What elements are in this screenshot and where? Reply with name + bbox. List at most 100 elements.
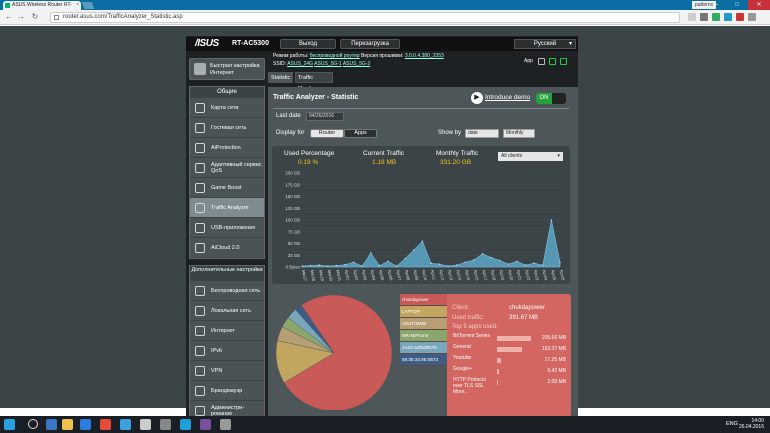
app-icon[interactable] xyxy=(160,419,171,430)
x-tick-label: Apr04 xyxy=(370,269,377,281)
quick-setup-button[interactable]: Быстрая настройка Интернет xyxy=(189,58,265,80)
x-tick-label: Apr06 xyxy=(387,269,394,281)
reload-icon[interactable]: ↻ xyxy=(30,12,40,22)
sidebar-item-vpn[interactable]: VPN xyxy=(190,361,264,381)
minimize-button[interactable]: — xyxy=(704,0,726,10)
legend-item[interactable]: MR-MiPhone xyxy=(400,330,448,342)
more-link[interactable]: More.. xyxy=(453,389,467,395)
firmware-link[interactable]: 3.0.0.4.380_3353 xyxy=(405,53,444,59)
display-apps-button[interactable]: Apps xyxy=(344,129,377,138)
sidebar-item-network-map[interactable]: Карта сети xyxy=(190,98,264,118)
maximize-button[interactable]: □ xyxy=(726,0,748,10)
explorer-icon[interactable] xyxy=(62,419,73,430)
taskview-icon[interactable] xyxy=(46,419,57,430)
tab-close-icon[interactable]: × xyxy=(76,1,79,10)
data-point xyxy=(438,263,441,265)
traffic-analyzer-icon xyxy=(195,203,205,213)
legend-item[interactable]: LAPTOP- xyxy=(400,306,448,318)
search-icon[interactable] xyxy=(28,419,38,429)
forward-icon[interactable]: → xyxy=(16,12,26,22)
period-select[interactable]: Monthly xyxy=(503,129,535,138)
y-tick-label: 175 GB xyxy=(285,182,300,187)
x-tick-label: Apr09 xyxy=(413,269,420,281)
tab-traffic-monitor[interactable]: Traffic Monitor xyxy=(295,72,333,92)
app-icon[interactable] xyxy=(538,58,545,65)
language-select[interactable]: Русский ▾ xyxy=(514,39,576,49)
legend-item[interactable]: chukdapower xyxy=(400,294,448,306)
ssid-link[interactable]: ASUS_5G-1 xyxy=(314,61,342,67)
ssid-link[interactable]: ASUS_5G-2 xyxy=(343,61,371,67)
sidebar-item-wireless[interactable]: Беспроводная сеть xyxy=(190,281,264,301)
data-point xyxy=(318,264,320,266)
settings-icon[interactable] xyxy=(220,419,231,430)
ssid-link[interactable]: ASUS_24G xyxy=(287,61,313,67)
usb-icon[interactable] xyxy=(549,58,556,65)
new-tab-button[interactable] xyxy=(81,2,95,9)
data-point xyxy=(309,264,312,267)
y-tick-label: 200 GB xyxy=(285,171,300,176)
legend-item[interactable]: JAZZ-a4fbd8f578 xyxy=(400,342,448,354)
app-row[interactable]: HTTP Protocol over TLS SSL 2.09 MB xyxy=(453,377,568,389)
reboot-button[interactable]: Перезагрузка xyxy=(340,39,400,49)
app-usage-bar xyxy=(497,336,532,341)
legend-item[interactable]: A3LR7MMB xyxy=(400,318,448,330)
chrome-icon[interactable] xyxy=(100,419,111,430)
sidebar-item-traffic-analyzer[interactable]: Traffic Analyzer xyxy=(190,198,264,218)
page-icon xyxy=(54,15,59,20)
sidebar-item-wan[interactable]: Интернет xyxy=(190,321,264,341)
sidebar-item-aicloud[interactable]: AiCloud 2.0 xyxy=(190,238,264,258)
browser-tab[interactable]: ASUS Wireless Router RT- × xyxy=(3,1,81,10)
introduce-demo-link[interactable]: Introduce demo xyxy=(485,94,530,101)
router-model: RT-AC5300 xyxy=(232,40,269,47)
language-value: Русский xyxy=(533,41,557,47)
sidebar-item-game-boost[interactable]: Game Boost xyxy=(190,178,264,198)
logout-button[interactable]: Выход xyxy=(280,39,336,49)
traffic-analyzer-toggle[interactable]: ON xyxy=(536,93,566,104)
skype-icon[interactable] xyxy=(180,419,191,430)
sidebar-item-aiprotection[interactable]: AiProtection xyxy=(190,138,264,158)
app-name: General xyxy=(453,344,471,350)
app-usage-bar xyxy=(497,380,499,385)
used-percentage-label: Used Percentage xyxy=(284,150,335,157)
tab-title: ASUS Wireless Router RT- xyxy=(12,2,72,8)
display-router-button[interactable]: Router xyxy=(310,129,344,138)
y-tick-label: 25 GB xyxy=(288,253,300,258)
data-point xyxy=(413,249,415,251)
app-name: HTTP Protocol over TLS SSL xyxy=(453,377,486,389)
last-date-input[interactable]: 04/26/2016 xyxy=(306,112,344,121)
extension-icon[interactable] xyxy=(712,13,720,21)
sidebar-item-firewall[interactable]: Брандмауэр xyxy=(190,381,264,401)
clock[interactable]: 14:00 26.04.2016 xyxy=(739,418,764,430)
back-icon[interactable]: ← xyxy=(4,12,14,22)
network-icon[interactable] xyxy=(560,58,567,65)
tab-statistic[interactable]: Statistic xyxy=(268,72,293,83)
x-tick-label: Apr19 xyxy=(499,269,506,281)
sidebar-item-ipv6[interactable]: IPv6 xyxy=(190,341,264,361)
extension-icon[interactable] xyxy=(736,13,744,21)
star-icon[interactable] xyxy=(688,13,696,21)
x-tick-label: Mar27 xyxy=(301,269,308,282)
extension-icon[interactable] xyxy=(700,13,708,21)
client-pie-chart xyxy=(275,294,393,410)
sidebar-item-lan[interactable]: Локальная сеть xyxy=(190,301,264,321)
language-indicator[interactable]: ENG xyxy=(726,421,738,427)
edge-icon[interactable] xyxy=(80,419,91,430)
calculator-icon[interactable] xyxy=(140,419,151,430)
sidebar-item-qos[interactable]: Адаптивный сервис QoS xyxy=(190,158,264,178)
menu-icon[interactable] xyxy=(748,13,756,21)
close-window-button[interactable]: ✕ xyxy=(748,0,770,10)
viber-icon[interactable] xyxy=(200,419,211,430)
windows-start-icon[interactable] xyxy=(4,419,15,430)
legend-item[interactable]: 58:3E:34:9E:8573 xyxy=(400,354,448,366)
sidebar-item-label: Game Boost xyxy=(211,184,242,191)
app-icon[interactable] xyxy=(120,419,131,430)
extension-icon[interactable] xyxy=(724,13,732,21)
sidebar-item-usb[interactable]: USB-приложение xyxy=(190,218,264,238)
mode-link[interactable]: беспроводной роутер xyxy=(310,53,360,59)
sidebar-item-guest-network[interactable]: Гостевая сеть xyxy=(190,118,264,138)
clients-select-value: All clients xyxy=(501,153,523,159)
address-bar[interactable]: router.asus.com/TrafficAnalyzer_Statisti… xyxy=(50,12,680,23)
play-icon[interactable]: ▶ xyxy=(471,92,483,104)
clients-select[interactable]: All clients ▾ xyxy=(498,152,563,161)
show-by-select[interactable]: date xyxy=(465,129,499,138)
